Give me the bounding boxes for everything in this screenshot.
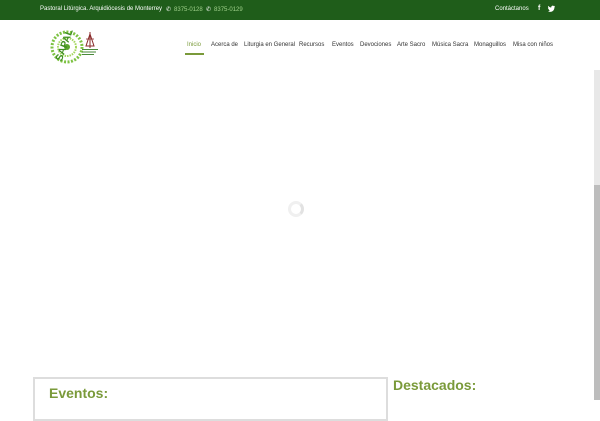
nav-item-devociones[interactable]: Devociones: [360, 42, 391, 48]
logo-text: SAPAL: [54, 28, 76, 63]
phone-icon: ✆: [166, 7, 172, 13]
contact-link[interactable]: Contáctanos: [495, 6, 529, 12]
scrollbar[interactable]: [594, 70, 600, 400]
twitter-icon[interactable]: [548, 5, 555, 14]
events-title: Eventos:: [49, 385, 109, 401]
site-logo[interactable]: SAPAL: [46, 26, 136, 66]
nav-item-monaguillos[interactable]: Monaguillos: [474, 42, 506, 48]
phone-number-2[interactable]: 8375-0129: [214, 7, 243, 13]
phone-icon: ✆: [206, 7, 212, 13]
nav-item-eventos[interactable]: Eventos: [332, 42, 354, 48]
nav-item-musica-sacra[interactable]: Música Sacra: [432, 42, 468, 48]
nav-item-acerca-de[interactable]: Acerca de: [211, 42, 238, 48]
tagline: Pastoral Litúrgica. Arquidiócesis de Mon…: [40, 6, 163, 12]
nav-item-recursos[interactable]: Recursos: [299, 42, 324, 48]
nav-active-indicator: [185, 53, 204, 55]
facebook-icon[interactable]: f: [538, 5, 540, 12]
phone-link-1[interactable]: ✆ 8375-0128: [166, 6, 203, 13]
phone-number-1[interactable]: 8375-0128: [174, 7, 203, 13]
events-panel: Eventos:: [33, 377, 388, 421]
loading-spinner-icon: [288, 201, 304, 217]
scrollbar-thumb[interactable]: [594, 185, 600, 400]
nav-item-misa-con-ninos[interactable]: Misa con niños: [513, 42, 553, 48]
nav-item-inicio[interactable]: Inicio: [187, 42, 201, 48]
top-bar: Pastoral Litúrgica. Arquidiócesis de Mon…: [0, 0, 600, 20]
site-header: SAPAL Inicio Acerca de Liturgia en Gener…: [0, 20, 600, 70]
nav-item-arte-sacro[interactable]: Arte Sacro: [397, 42, 425, 48]
nav-item-liturgia-en-general[interactable]: Liturgia en General: [244, 42, 295, 48]
phone-link-2[interactable]: ✆ 8375-0129: [206, 6, 243, 13]
featured-title: Destacados:: [393, 377, 477, 393]
